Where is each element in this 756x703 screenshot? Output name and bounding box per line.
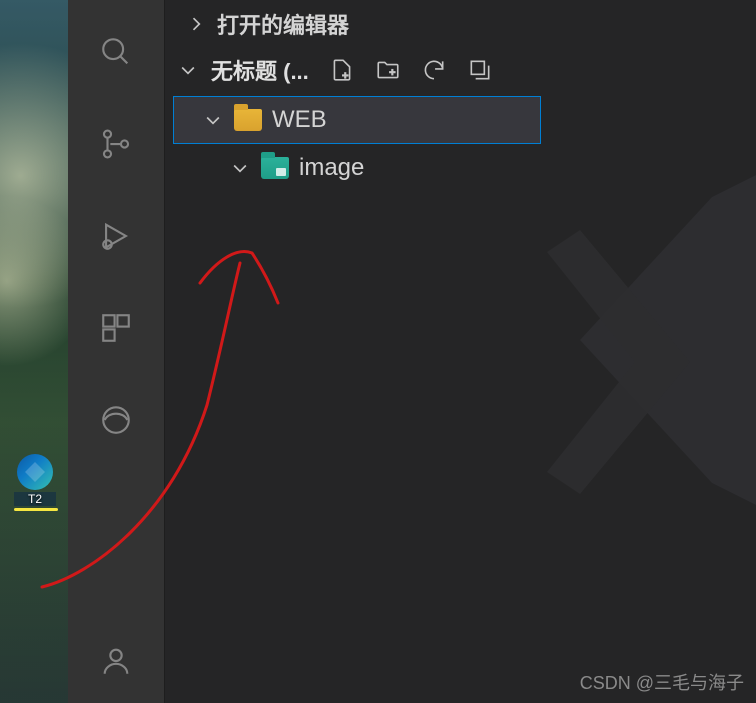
workspace-label: 无标题 (... <box>211 54 309 86</box>
edge-icon <box>17 454 53 490</box>
chevron-down-icon <box>229 157 251 179</box>
chevron-down-icon <box>202 109 224 131</box>
source-control-icon[interactable] <box>92 120 140 168</box>
explorer-sidebar: 打开的编辑器 无标题 (... <box>164 0 756 703</box>
open-editors-label: 打开的编辑器 <box>217 8 349 40</box>
desktop-background: T2 <box>0 0 68 703</box>
refresh-icon[interactable] <box>421 57 447 83</box>
folder-label: WEB <box>272 106 327 134</box>
folder-label: image <box>299 154 364 182</box>
workspace-actions <box>329 57 493 83</box>
new-file-icon[interactable] <box>329 57 355 83</box>
extensions-icon[interactable] <box>92 304 140 352</box>
csdn-watermark: CSDN @三毛与海子 <box>580 669 744 695</box>
open-editors-section[interactable]: 打开的编辑器 <box>173 0 543 48</box>
image-folder-icon <box>261 157 289 179</box>
chevron-right-icon <box>185 13 207 35</box>
run-debug-icon[interactable] <box>92 212 140 260</box>
shortcut-label: T2 <box>14 492 56 506</box>
chevron-down-icon <box>177 59 199 81</box>
accounts-icon[interactable] <box>92 637 140 685</box>
vscode-watermark <box>536 150 756 530</box>
file-tree: WEB image <box>173 92 543 192</box>
edge-tools-icon[interactable] <box>92 396 140 444</box>
workspace-header[interactable]: 无标题 (... <box>173 48 543 92</box>
folder-image[interactable]: image <box>173 144 543 192</box>
collapse-all-icon[interactable] <box>467 57 493 83</box>
new-folder-icon[interactable] <box>375 57 401 83</box>
folder-icon <box>234 109 262 131</box>
highlight-underline <box>14 508 58 511</box>
edge-browser-shortcut[interactable]: T2 <box>14 454 56 511</box>
search-icon[interactable] <box>92 28 140 76</box>
folder-web[interactable]: WEB <box>173 96 541 144</box>
activity-bar <box>68 0 164 703</box>
